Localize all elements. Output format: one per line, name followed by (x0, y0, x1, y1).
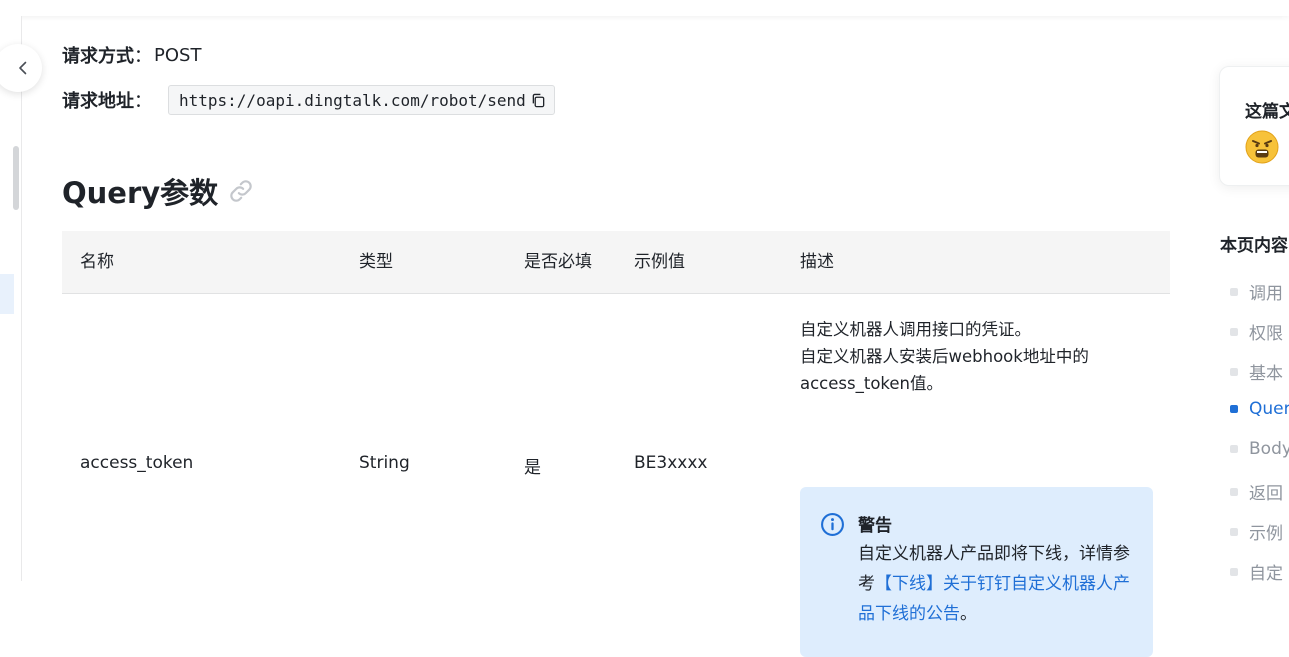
toc-dot (1230, 367, 1238, 376)
query-params-table: 名称 类型 是否必填 示例值 描述 access_token String 是 … (62, 231, 1170, 657)
request-method-value: POST (154, 44, 202, 66)
request-method-label: 请求方式 (62, 46, 134, 67)
description-line: access_token值。 (800, 374, 943, 393)
toc-item-label: 自定 (1249, 564, 1283, 584)
left-sidebar (0, 16, 22, 581)
toc-item[interactable]: Body (1230, 439, 1289, 459)
toc-item-active[interactable]: Quer (1230, 399, 1289, 419)
sidebar-scrollbar[interactable] (13, 146, 19, 210)
request-method-sep: ： (134, 46, 152, 67)
section-title: Query参数 (62, 170, 254, 212)
toc-item[interactable]: 权限 (1230, 319, 1283, 344)
toc-item-label: 返回 (1249, 484, 1283, 504)
toc-item[interactable]: 返回 (1230, 479, 1283, 504)
toc-dot (1230, 445, 1238, 453)
description-line: 自定义机器人调用接口的凭证。 (800, 320, 1031, 339)
toc-item[interactable]: 调用 (1230, 279, 1283, 304)
request-url-label: 请求地址 (62, 91, 134, 112)
request-url-value: https://oapi.dingtalk.com/robot/send (179, 90, 526, 110)
chevron-left-icon (19, 61, 27, 75)
toc-item-label: Quer (1249, 399, 1289, 419)
collapse-sidebar-button[interactable] (0, 44, 42, 92)
toc-dot (1230, 327, 1238, 336)
table-row: access_token String 是 BE3xxxx 自定义机器人调用接口… (62, 294, 1170, 657)
warning-title: 警告 (858, 516, 892, 536)
table-header: 名称 类型 是否必填 示例值 描述 (62, 231, 1170, 294)
request-method-row: 请求方式： POST (62, 40, 201, 70)
copy-icon[interactable] (531, 93, 546, 108)
toc-title: 本页内容 (1220, 236, 1288, 256)
request-url-box: https://oapi.dingtalk.com/robot/send (168, 85, 555, 115)
header-required: 是否必填 (524, 252, 592, 272)
cell-description: 自定义机器人调用接口的凭证。 自定义机器人安装后webhook地址中的 acce… (800, 316, 1160, 397)
request-url-sep: ： (134, 91, 152, 112)
toc-item-label: 权限 (1249, 324, 1283, 344)
toc-dot (1230, 487, 1238, 496)
toc-dot (1230, 287, 1238, 296)
info-icon (821, 513, 844, 536)
request-url-row: 请求地址： https://oapi.dingtalk.com/robot/se… (62, 85, 555, 115)
toc-item-label: 示例 (1249, 524, 1283, 544)
toc-item-label: Body (1249, 439, 1289, 459)
warning-link[interactable]: 【下线】关于钉钉自定义机器人产品下线的公告 (858, 574, 1130, 624)
sidebar-active-item[interactable] (0, 274, 14, 314)
toc-item-label: 基本 (1249, 364, 1283, 384)
warning-body: 自定义机器人产品即将下线，详情参考【下线】关于钉钉自定义机器人产品下线的公告。 (858, 539, 1133, 629)
toc-item[interactable]: 基本 (1230, 359, 1283, 384)
top-bar (0, 0, 1289, 16)
toc-item[interactable]: 示例 (1230, 519, 1283, 544)
toc-dot (1230, 567, 1238, 576)
toc-dot (1230, 405, 1238, 413)
cell-name: access_token (80, 453, 194, 473)
feedback-title: 这篇文 (1245, 102, 1289, 122)
section-title-text: Query参数 (62, 176, 219, 210)
cell-type: String (359, 453, 410, 473)
toc-item[interactable]: 自定 (1230, 559, 1283, 584)
header-description: 描述 (800, 252, 834, 272)
cell-example: BE3xxxx (634, 453, 708, 473)
toc-dot (1230, 527, 1238, 536)
angry-face-icon[interactable] (1245, 130, 1279, 164)
feedback-card: 这篇文 (1219, 66, 1289, 186)
header-example: 示例值 (634, 252, 685, 272)
link-icon[interactable] (228, 178, 254, 204)
header-name: 名称 (80, 252, 114, 272)
cell-required: 是 (524, 458, 541, 478)
description-line: 自定义机器人安装后webhook地址中的 (800, 347, 1089, 366)
warning-callout: 警告 自定义机器人产品即将下线，详情参考【下线】关于钉钉自定义机器人产品下线的公… (800, 487, 1153, 657)
toc-item-label: 调用 (1249, 284, 1283, 304)
header-type: 类型 (359, 252, 393, 272)
warning-text-end: 。 (960, 604, 977, 624)
